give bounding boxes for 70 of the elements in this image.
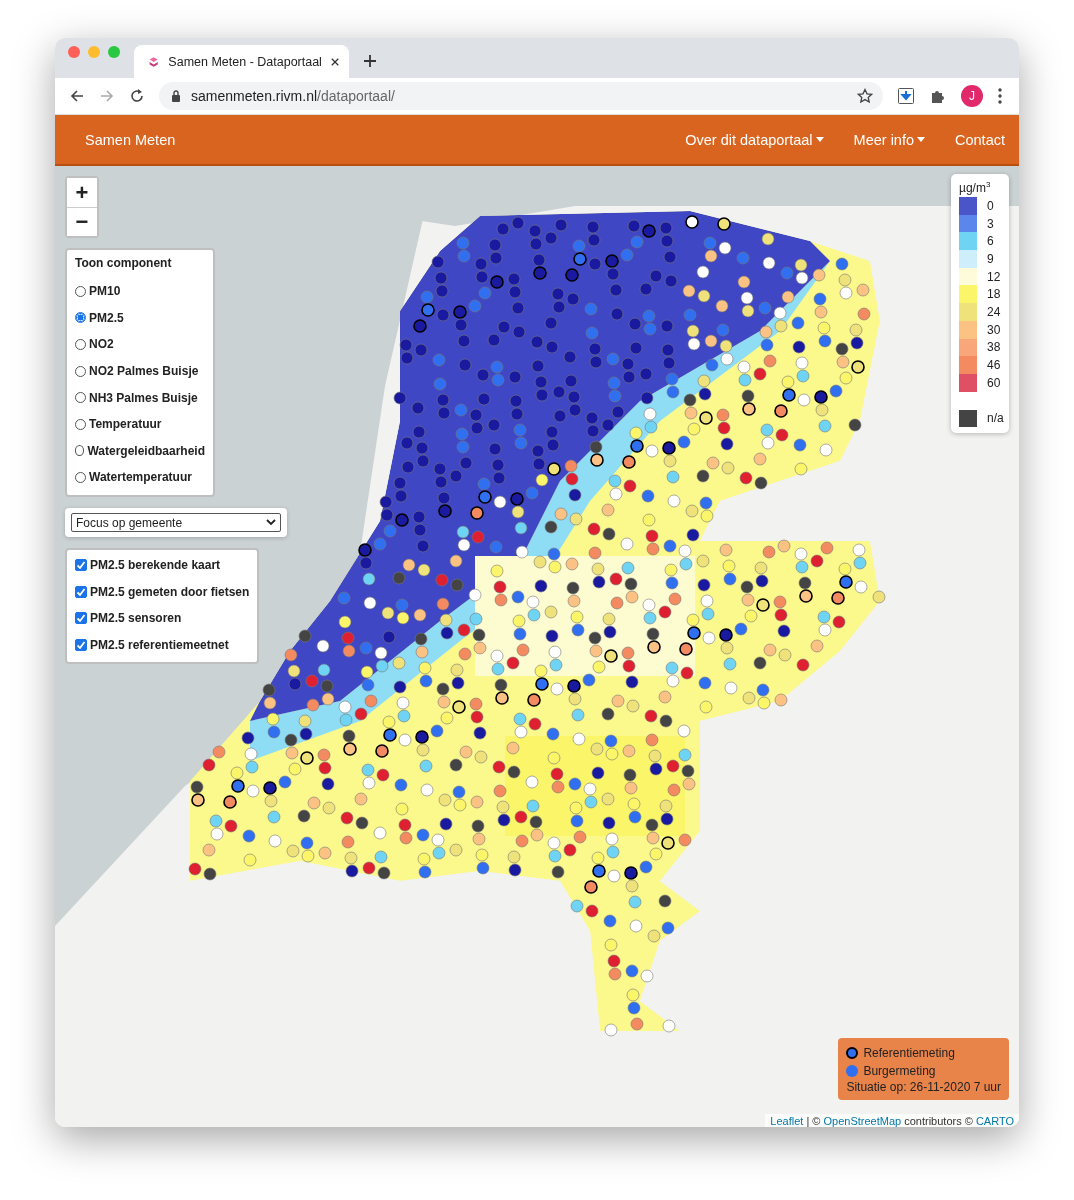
unit-label: µg/m$^{3}$: [959, 180, 992, 195]
profile-avatar[interactable]: J: [961, 85, 983, 107]
attribution-text: contributors ©: [903, 1115, 974, 1127]
scale-value: 0: [987, 198, 994, 213]
checkbox[interactable]: [75, 559, 87, 572]
component-option[interactable]: Watergeleidbaarheid: [75, 437, 205, 465]
station-type-label: Referentiemeting: [863, 1046, 955, 1060]
scale-value: 60: [987, 375, 1001, 390]
scale-value: 18: [987, 287, 1001, 302]
stacked-cubes-icon: [148, 54, 160, 69]
attribution-text: | ©: [805, 1115, 822, 1127]
close-icon[interactable]: [330, 56, 339, 67]
panel-title: Toon component: [75, 256, 173, 270]
scale-value: 3: [987, 216, 994, 231]
station-marker-icon: [846, 1047, 859, 1059]
scale-value: 30: [987, 322, 1001, 337]
component-option[interactable]: NO2 Palmes Buisje: [75, 357, 205, 385]
nav-menu-item[interactable]: Over dit dataportaal: [685, 131, 824, 148]
scale-value: 46: [987, 358, 1001, 373]
radio-button[interactable]: [75, 392, 86, 404]
bookmark-star-icon[interactable]: [857, 88, 873, 104]
radio-button[interactable]: [75, 339, 86, 350]
layer-option[interactable]: PM2.5 berekende kaart: [75, 552, 249, 579]
attribution-link[interactable]: OpenStreetMap: [823, 1115, 902, 1127]
component-option[interactable]: Watertemperatuur: [75, 464, 205, 491]
component-option[interactable]: NO2: [75, 331, 205, 358]
browser-tab[interactable]: Samen Meten - Dataportaal: [134, 45, 349, 78]
component-option[interactable]: PM10: [75, 278, 205, 305]
station-marker-icon: [846, 1065, 859, 1077]
checkbox[interactable]: [75, 585, 87, 598]
download-icon[interactable]: [897, 87, 915, 105]
component-option[interactable]: Temperatuur: [75, 410, 205, 438]
scale-value: 38: [987, 340, 1001, 355]
radio-button[interactable]: [75, 445, 85, 457]
checkbox[interactable]: [75, 639, 87, 652]
address-field[interactable]: samenmeten.rivm.nl/dataportaal/: [159, 82, 883, 110]
radio-button[interactable]: [75, 418, 86, 430]
station-type-label: Burgermeting: [863, 1064, 936, 1078]
back-arrow-icon[interactable]: [69, 88, 85, 104]
scale-value: 12: [987, 269, 1001, 284]
zoom-out-button[interactable]: −: [67, 207, 97, 236]
url-text: samenmeten.rivm.nl/dataportaal/: [191, 88, 396, 104]
component-option[interactable]: PM2.5: [75, 304, 205, 332]
radio-button[interactable]: [75, 471, 86, 483]
layer-option[interactable]: PM2.5 gemeten door fietsen: [75, 578, 249, 606]
scale-value: n/a: [987, 411, 1004, 426]
scale-value: 9: [987, 251, 994, 266]
caret-icon: [815, 137, 824, 142]
reload-icon[interactable]: [129, 88, 145, 104]
municipality-select[interactable]: Focus op gemeente: [71, 513, 281, 532]
caret-icon: [917, 137, 925, 142]
plus-icon[interactable]: [363, 54, 377, 68]
radio-button[interactable]: [75, 285, 86, 297]
component-option[interactable]: NH3 Palmes Buisje: [75, 384, 205, 411]
situation-text: Situatie op: 26-11-2020 7 uur: [846, 1080, 1001, 1094]
lock-icon: [171, 90, 181, 102]
scale-value: 6: [987, 234, 994, 249]
chevron-down-icon: [266, 519, 276, 526]
layer-option[interactable]: PM2.5 referentiemeetnet: [75, 631, 249, 659]
tab-title: Samen Meten - Dataportaal: [168, 54, 322, 69]
checkbox[interactable]: [75, 612, 87, 625]
nav-menu-item[interactable]: Contact: [955, 131, 1005, 148]
attribution-link[interactable]: Leaflet: [770, 1115, 804, 1127]
more-menu-icon[interactable]: [997, 87, 1003, 105]
layer-option[interactable]: PM2.5 sensoren: [75, 605, 249, 632]
scale-value: 24: [987, 304, 1001, 319]
radio-button[interactable]: [75, 365, 86, 377]
nav-menu-item[interactable]: Meer info: [853, 131, 925, 148]
attribution-link[interactable]: CARTO: [975, 1115, 1014, 1127]
site-brand-link[interactable]: Samen Meten: [85, 131, 686, 148]
